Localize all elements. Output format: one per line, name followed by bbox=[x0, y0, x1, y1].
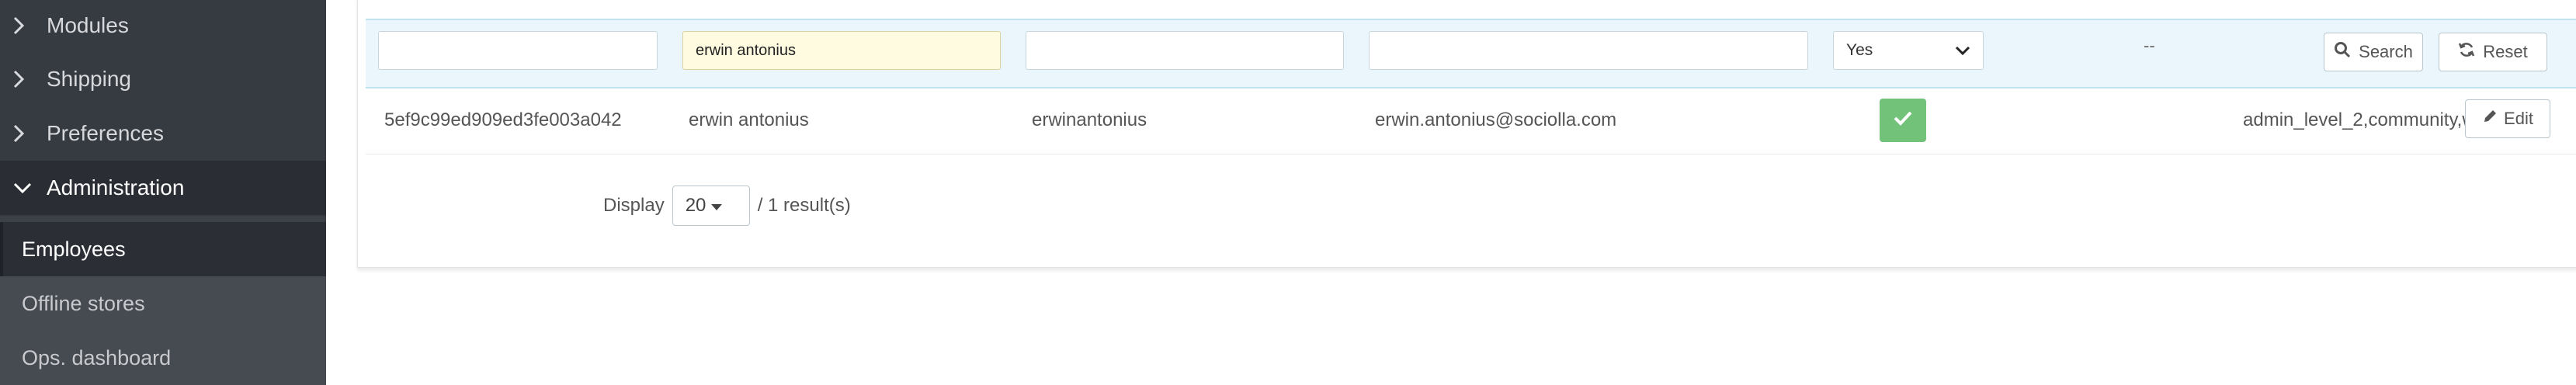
filter-active-value: Yes bbox=[1846, 41, 1873, 59]
per-page-select[interactable]: 20 bbox=[672, 186, 750, 226]
filter-active-select[interactable]: Yes bbox=[1833, 31, 1984, 70]
employee-active-cell bbox=[1880, 87, 1926, 154]
chevron-down-icon bbox=[12, 178, 33, 198]
sidebar-subitem-label: Employees bbox=[22, 237, 126, 261]
pagination: Display 20 / 1 result(s) bbox=[603, 186, 851, 226]
sidebar-item-label: Preferences bbox=[47, 121, 164, 145]
filter-roles-placeholder: -- bbox=[2144, 36, 2155, 55]
sidebar-subitem-label: Offline stores bbox=[22, 291, 145, 315]
pagination-result-text: / 1 result(s) bbox=[757, 195, 851, 216]
refresh-icon bbox=[2458, 41, 2483, 63]
employees-panel: Yes -- Search Reset 5ef9c99ed909ed3fe003… bbox=[357, 0, 2576, 268]
chevron-right-icon bbox=[12, 69, 33, 89]
chevron-right-icon bbox=[12, 16, 33, 36]
search-icon bbox=[2334, 41, 2359, 63]
sidebar-item-administration[interactable]: Administration bbox=[0, 161, 326, 215]
sidebar-item-label: Shipping bbox=[47, 67, 131, 91]
edit-button[interactable]: Edit bbox=[2465, 99, 2550, 138]
filter-name-input[interactable] bbox=[682, 31, 1001, 70]
active-status-badge[interactable] bbox=[1880, 99, 1926, 142]
checkmark-icon bbox=[1893, 109, 1913, 131]
sidebar-item-modules[interactable]: Modules bbox=[0, 0, 326, 53]
filter-login-input[interactable] bbox=[1026, 31, 1344, 70]
table-row[interactable]: 5ef9c99ed909ed3fe003a042 erwin antonius … bbox=[366, 87, 2576, 154]
filter-row: Yes -- Search Reset bbox=[366, 19, 2576, 88]
filter-email-input[interactable] bbox=[1369, 31, 1808, 70]
sidebar-subitem-offline-stores[interactable]: Offline stores bbox=[0, 276, 326, 331]
sidebar-subitem-employees[interactable]: Employees bbox=[0, 222, 326, 276]
sidebar-item-label: Modules bbox=[47, 13, 129, 37]
filter-id-input[interactable] bbox=[378, 31, 658, 70]
search-button-label: Search bbox=[2359, 42, 2413, 61]
sidebar: Modules Shipping Preferences Administrat… bbox=[0, 0, 326, 385]
chevron-down-icon bbox=[1955, 41, 1970, 60]
submenu-divider bbox=[0, 217, 326, 222]
employee-id-cell: 5ef9c99ed909ed3fe003a042 bbox=[384, 109, 622, 130]
per-page-value: 20 bbox=[685, 195, 706, 216]
sidebar-item-label: Administration bbox=[47, 175, 185, 199]
employee-email-cell: erwin.antonius@sociolla.com bbox=[1375, 109, 1617, 130]
employee-login-cell: erwinantonius bbox=[1032, 109, 1147, 130]
sidebar-item-shipping[interactable]: Shipping bbox=[0, 52, 326, 106]
search-button[interactable]: Search bbox=[2324, 33, 2423, 71]
pencil-icon bbox=[2482, 109, 2504, 129]
edit-button-label: Edit bbox=[2504, 109, 2533, 128]
employee-name-cell: erwin antonius bbox=[689, 109, 809, 130]
sidebar-subitem-ops-dashboard[interactable]: Ops. dashboard bbox=[0, 331, 326, 385]
pagination-display-label: Display bbox=[603, 195, 665, 216]
reset-button[interactable]: Reset bbox=[2439, 33, 2547, 71]
caret-down-icon bbox=[706, 195, 723, 217]
sidebar-subitem-label: Ops. dashboard bbox=[22, 345, 172, 369]
sidebar-item-preferences[interactable]: Preferences bbox=[0, 106, 326, 161]
reset-button-label: Reset bbox=[2483, 42, 2528, 61]
chevron-right-icon bbox=[12, 123, 33, 144]
